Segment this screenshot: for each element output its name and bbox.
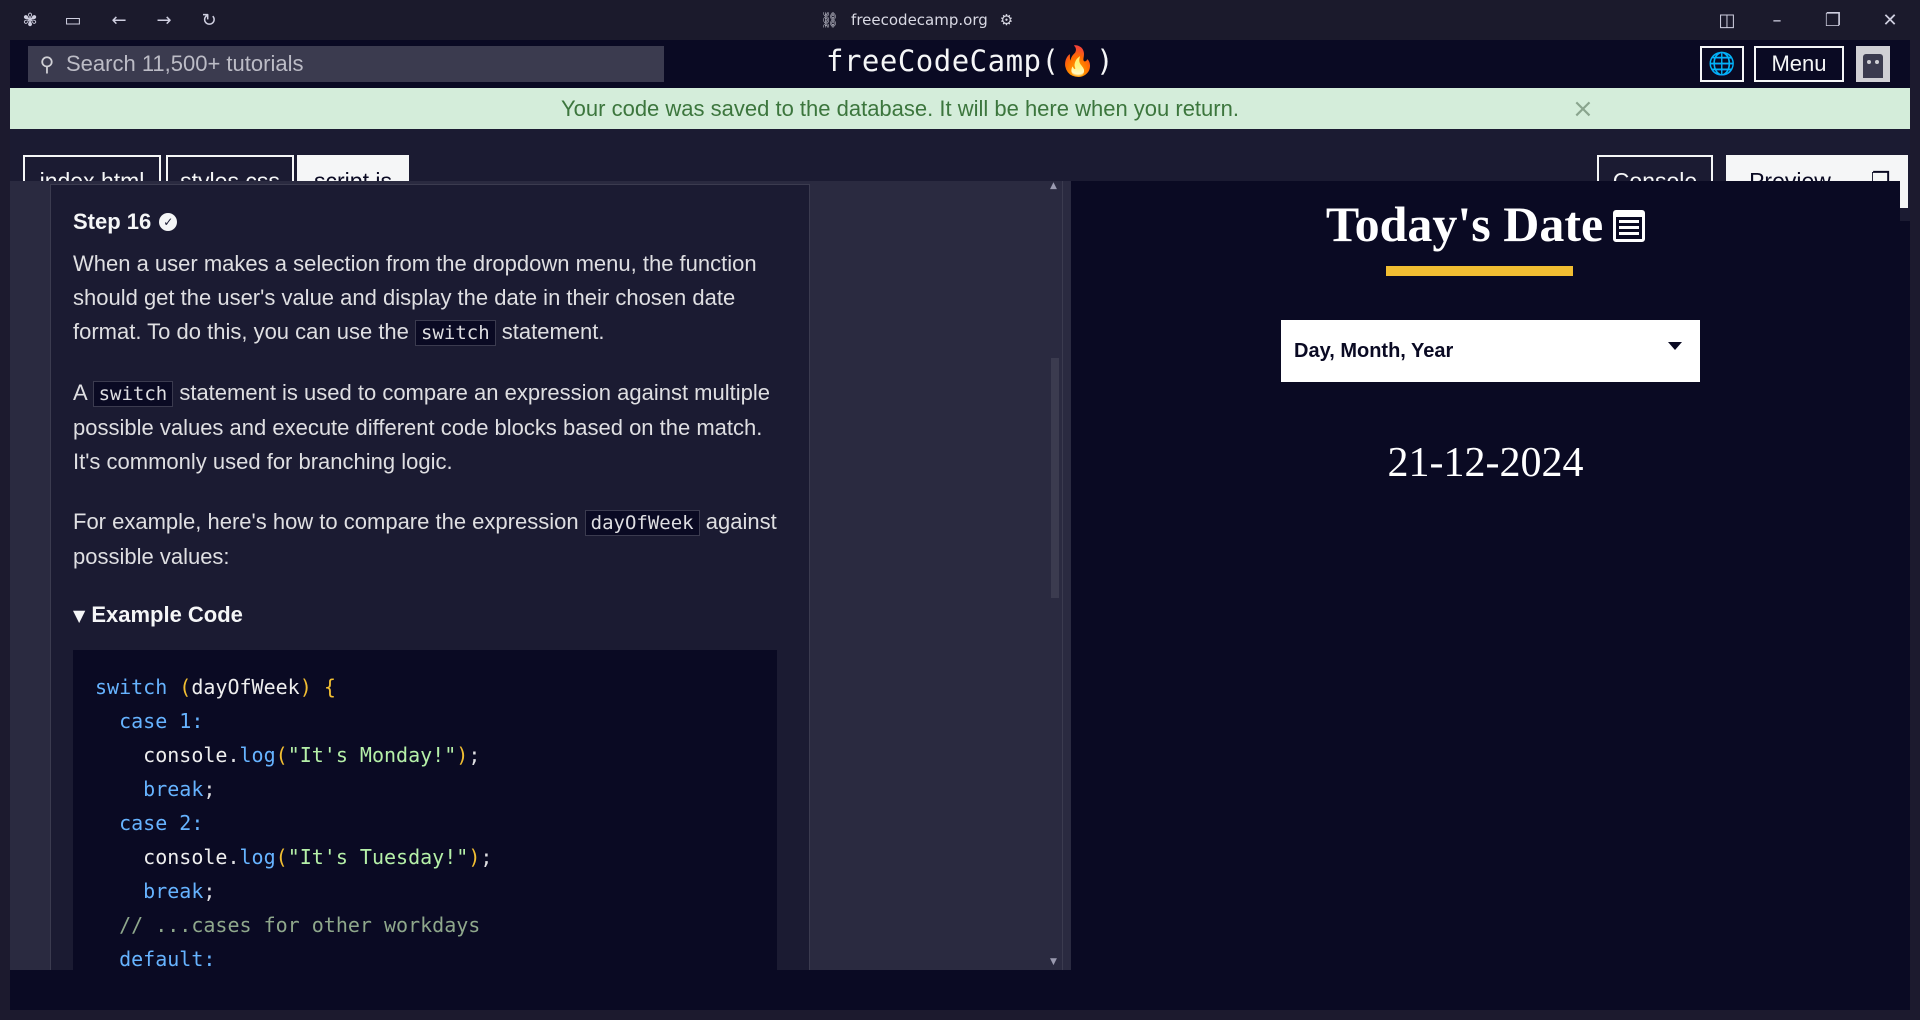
minimize-icon[interactable]: – xyxy=(1766,9,1788,31)
avatar-bot-icon xyxy=(1863,54,1883,78)
code-token: break xyxy=(143,777,204,801)
fcc-logo[interactable]: freeCodeCamp(🔥) xyxy=(826,44,1114,79)
date-format-select[interactable]: Day, Month, Year xyxy=(1281,320,1700,382)
step-title: Step 16 xyxy=(73,209,152,234)
code-token: "It's Monday!" xyxy=(287,743,457,767)
preview-title-text: Today's Date xyxy=(1325,196,1604,252)
code-token: console xyxy=(143,845,228,869)
browser-logo-icon[interactable]: ✾ xyxy=(19,9,41,31)
address-bar[interactable]: ⛓ freecodecamp.org ⚙ xyxy=(820,9,1013,31)
code-token: break xyxy=(143,879,204,903)
calendar-icon xyxy=(1613,210,1646,242)
lesson-description: Step 16 ✓ When a user makes a selection … xyxy=(50,184,810,970)
split-view-icon[interactable]: ◫ xyxy=(1716,9,1738,31)
sidebar-toggle-icon[interactable]: ▭ xyxy=(62,9,84,31)
scroll-thumb[interactable] xyxy=(1051,358,1059,598)
select-value: Day, Month, Year xyxy=(1294,339,1454,362)
code-token: case 1: xyxy=(119,709,204,733)
step-heading: Step 16 ✓ xyxy=(73,209,787,235)
inline-code-dayofweek: dayOfWeek xyxy=(584,510,700,536)
menu-button[interactable]: Menu xyxy=(1754,46,1844,82)
search-bar[interactable]: ⚲ xyxy=(28,46,664,82)
code-token: log xyxy=(239,743,276,767)
close-window-icon[interactable]: ✕ xyxy=(1879,9,1901,31)
forward-icon[interactable]: → xyxy=(153,9,175,31)
paragraph-2: A switch statement is used to compare an… xyxy=(73,376,787,479)
flash-text: Your code was saved to the database. It … xyxy=(561,95,1239,121)
scroll-up-icon[interactable]: ▲ xyxy=(1050,181,1057,191)
paragraph-3: For example, here's how to compare the e… xyxy=(73,505,787,574)
code-token: console xyxy=(143,743,228,767)
check-circle-icon: ✓ xyxy=(159,213,178,231)
para1-text-b: statement. xyxy=(495,319,605,344)
code-token: dayOfWeek xyxy=(191,675,300,699)
preview-title: Today's Date xyxy=(1071,195,1900,253)
language-button[interactable]: 🌐 xyxy=(1700,46,1744,82)
flash-close-icon[interactable]: × xyxy=(1572,94,1594,124)
paragraph-1: When a user makes a selection from the d… xyxy=(73,247,787,350)
para2-text-a: A xyxy=(73,380,93,405)
example-code-toggle[interactable]: ▼ Example Code xyxy=(73,602,787,628)
inline-code-switch-2: switch xyxy=(92,381,174,407)
browser-titlebar: ✾ ▭ ← → ↻ ⛓ freecodecamp.org ⚙ ◫ – ❐ ✕ xyxy=(0,0,1920,40)
site-settings-icon[interactable]: ⚙ xyxy=(1000,11,1013,29)
pane-divider[interactable] xyxy=(1062,181,1070,970)
search-input[interactable] xyxy=(66,51,646,77)
para2-text-b: statement is used to compare an expressi… xyxy=(73,380,770,474)
code-token: "It's Tuesday!" xyxy=(287,845,469,869)
disclosure-triangle-icon: ▼ xyxy=(73,605,86,625)
code-token: log xyxy=(239,845,276,869)
back-icon[interactable]: ← xyxy=(108,9,130,31)
code-token: default: xyxy=(119,947,216,970)
search-icon: ⚲ xyxy=(39,52,55,76)
example-code-block: switch (dayOfWeek) { case 1: console.log… xyxy=(73,650,777,970)
user-avatar[interactable] xyxy=(1856,46,1890,82)
title-underline xyxy=(1386,266,1573,276)
example-code-label: Example Code xyxy=(91,602,243,627)
instructions-scrollbar[interactable]: ▲ ▼ xyxy=(1048,181,1062,970)
top-navbar: ⚲ freeCodeCamp(🔥) 🌐 Menu xyxy=(10,40,1910,88)
restore-icon[interactable]: ❐ xyxy=(1822,9,1844,31)
chevron-down-icon xyxy=(1668,342,1682,350)
instructions-panel: Step 16 ✓ When a user makes a selection … xyxy=(10,181,1072,970)
code-token: case 2: xyxy=(119,811,204,835)
current-date: 21-12-2024 xyxy=(1387,440,1584,486)
code-comment: // ...cases for other workdays xyxy=(119,913,481,937)
preview-pane: Today's Date Day, Month, Year 21-12-2024 xyxy=(1071,181,1900,970)
url-text[interactable]: freecodecamp.org xyxy=(851,11,988,29)
reload-icon[interactable]: ↻ xyxy=(198,9,220,31)
para3-text-a: For example, here's how to compare the e… xyxy=(73,509,585,534)
scroll-down-icon[interactable]: ▼ xyxy=(1050,957,1057,967)
flash-message: Your code was saved to the database. It … xyxy=(10,88,1910,129)
link-icon: ⛓ xyxy=(820,11,840,29)
code-token: switch xyxy=(95,675,168,699)
inline-code-switch: switch xyxy=(415,320,496,346)
globe-icon: 🌐 xyxy=(1708,51,1736,77)
